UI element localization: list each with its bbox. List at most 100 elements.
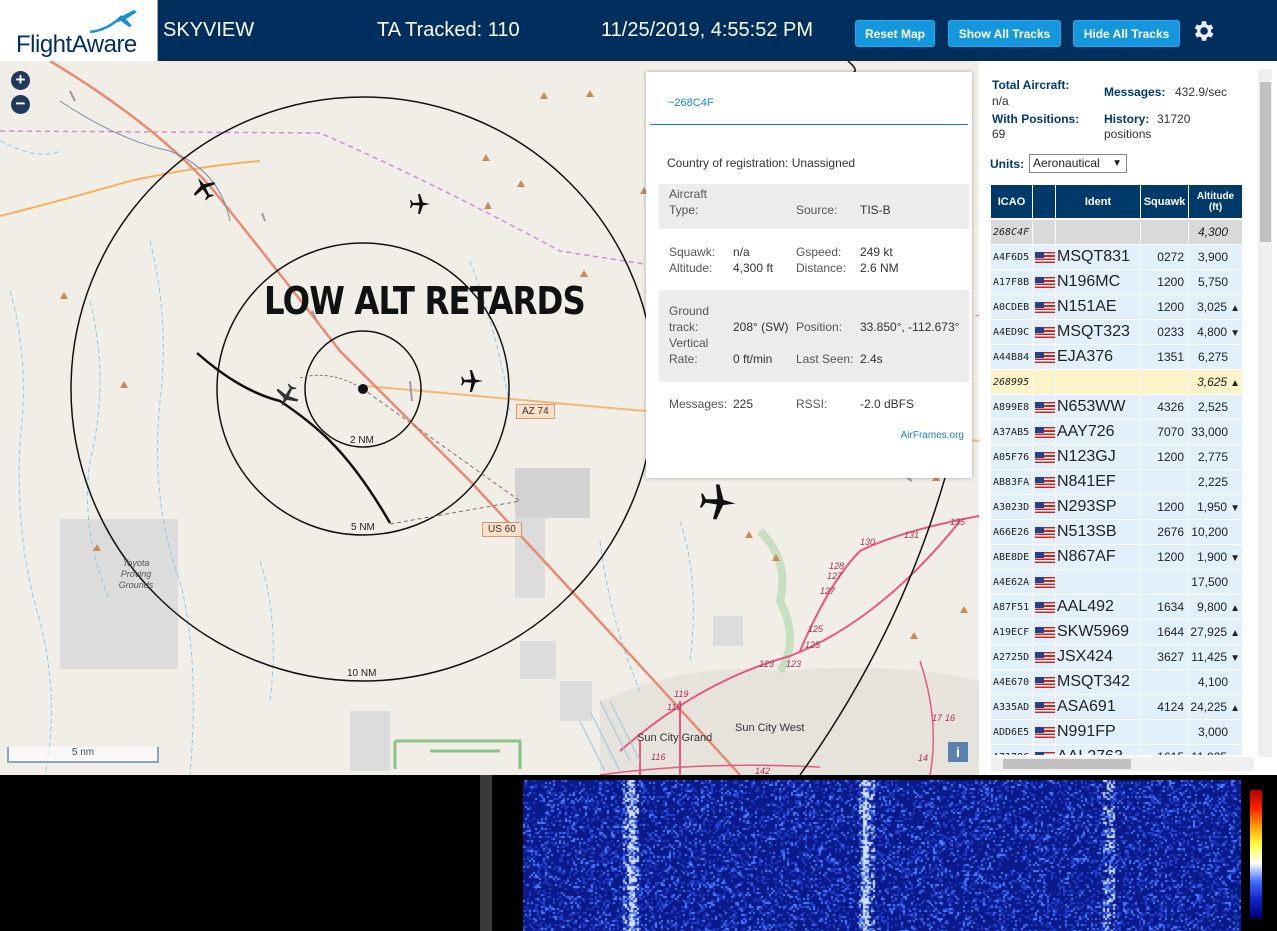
cell-altitude: 4,300 <box>1189 220 1242 245</box>
us-flag-icon <box>1035 727 1055 739</box>
horizontal-scroll-thumb[interactable] <box>1003 759 1131 769</box>
table-row[interactable]: A899E8 N653WW 4326 2,525 <box>991 395 1242 420</box>
vertical-rate-value: 0 ft/min <box>733 352 773 366</box>
table-row[interactable]: A44B84 EJA376 1351 6,275 <box>991 345 1242 370</box>
table-row[interactable]: ADD6E5 N991FP 3,000 <box>991 720 1242 745</box>
flightaware-logo[interactable]: FlightAware <box>0 0 158 61</box>
cell-icao: A4E62A <box>991 570 1032 595</box>
units-select[interactable]: Aeronautical ▼ <box>1029 154 1127 173</box>
altitude-value: 4,100 <box>1197 675 1228 689</box>
cell-icao: A0CDEB <box>991 295 1032 320</box>
table-row[interactable]: A19ECF SKW5969 1644 27,925 ▲ <box>991 620 1242 645</box>
cell-squawk: 1200 <box>1141 495 1188 520</box>
altitude-value: 4,800 <box>1197 325 1228 339</box>
source-label: Source: <box>796 203 838 217</box>
place-label-sun-city-grand: Sun City Grand <box>637 732 713 744</box>
aircraft-table-container: ICAO Ident Squawk Altitude (ft) 268C4F 4,… <box>990 185 1253 755</box>
position-label: Position: <box>796 320 843 334</box>
airframes-link[interactable]: AirFrames.org <box>901 430 964 441</box>
chevron-down-icon: ▼ <box>1112 158 1122 169</box>
road-number: 119 <box>674 689 689 699</box>
vertical-scroll-thumb[interactable] <box>1260 82 1271 242</box>
cell-altitude: 3,900 <box>1189 245 1242 270</box>
cell-squawk <box>1141 570 1188 595</box>
table-row[interactable]: A7178C AAL2763161511,925▲ <box>991 745 1242 755</box>
gear-icon[interactable] <box>1190 18 1216 44</box>
cell-icao: ADD6E5 <box>991 720 1032 745</box>
ring-label-10nm: 10 NM <box>347 668 376 679</box>
road-number: 142 <box>755 766 771 775</box>
cell-altitude: 9,800 ▲ <box>1189 595 1242 620</box>
table-row[interactable]: A17F8B N196MC 1200 5,750 <box>991 270 1242 295</box>
show-all-tracks-button[interactable]: Show All Tracks <box>948 20 1061 47</box>
table-row[interactable]: ABE8DE N867AF 1200 1,900 ▼ <box>991 545 1242 570</box>
climb-arrow-icon: ▲ <box>1230 628 1240 639</box>
col-header-ident[interactable]: Ident <box>1056 185 1140 220</box>
hide-all-tracks-button[interactable]: Hide All Tracks <box>1073 20 1180 47</box>
aircraft-icon[interactable] <box>190 174 218 202</box>
with-positions-value: 69 <box>992 127 1006 141</box>
table-row[interactable]: A37AB5 AAY726 7070 33,000 <box>991 420 1242 445</box>
cell-squawk: 1200 <box>1141 545 1188 570</box>
cell-altitude: 6,275 <box>1189 345 1242 370</box>
road-label-us60: US 60 <box>482 522 522 537</box>
cell-altitude: 3,025 ▲ <box>1189 295 1242 320</box>
cell-ident <box>1056 570 1140 595</box>
table-row[interactable]: A4F6D5 MSQT831 0272 3,900 <box>991 245 1242 270</box>
cell-icao: A4ED9C <box>991 320 1032 345</box>
cell-ident: N196MC <box>1056 270 1140 295</box>
units-label: Units: <box>990 157 1024 171</box>
panel-splitter[interactable] <box>480 775 492 931</box>
table-row[interactable]: 268995 3,625 ▲ <box>991 370 1242 395</box>
table-row[interactable]: A2725D JSX424 3627 11,425 ▼ <box>991 645 1242 670</box>
cell-squawk <box>1141 370 1188 395</box>
cell-squawk: 4326 <box>1141 395 1188 420</box>
selected-aircraft-icon[interactable] <box>273 382 301 410</box>
cell-altitude: 2,225 <box>1189 470 1242 495</box>
descend-arrow-icon: ▼ <box>1230 553 1240 564</box>
col-header-altitude[interactable]: Altitude (ft) <box>1189 185 1242 220</box>
table-row[interactable]: A0CDEB N151AE 1200 3,025 ▲ <box>991 295 1242 320</box>
us-flag-icon <box>1035 552 1055 564</box>
table-row[interactable]: 268C4F 4,300 <box>991 220 1242 245</box>
cell-flag <box>1033 320 1055 345</box>
info-button[interactable]: i <box>948 742 968 762</box>
col-header-icao[interactable]: ICAO <box>991 185 1032 220</box>
units-select-value: Aeronautical <box>1033 156 1100 170</box>
table-row[interactable]: A05F76 N123GJ 1200 2,775 <box>991 445 1242 470</box>
popup-divider <box>650 124 968 125</box>
cell-flag <box>1033 345 1055 370</box>
reset-map-button[interactable]: Reset Map <box>855 20 935 47</box>
rssi-label: RSSI: <box>796 397 828 411</box>
zoom-out-button[interactable]: − <box>11 95 30 114</box>
total-aircraft-label: Total Aircraft: <box>992 78 1070 92</box>
table-row[interactable]: A4E670 MSQT342 4,100 <box>991 670 1242 695</box>
table-row[interactable]: A4E62A 17,500 <box>991 570 1242 595</box>
zoom-in-button[interactable]: + <box>11 71 30 90</box>
table-row[interactable]: A87F51 AAL492 1634 9,800 ▲ <box>991 595 1242 620</box>
cell-icao: A37AB5 <box>991 420 1032 445</box>
cell-icao: 268C4F <box>991 220 1032 245</box>
aircraft-icon[interactable] <box>459 368 485 394</box>
road-number: 16 <box>945 713 956 723</box>
aircraft-icon[interactable] <box>697 481 739 523</box>
distance-label: Distance: <box>796 261 847 275</box>
aircraft-type-label: Aircraft Type: <box>669 187 708 217</box>
cell-icao: A66E26 <box>991 520 1032 545</box>
table-row[interactable]: AB83FA N841EF 2,225 <box>991 470 1242 495</box>
table-row[interactable]: A3023D N293SP 1200 1,950 ▼ <box>991 495 1242 520</box>
col-header-flag[interactable] <box>1033 185 1055 220</box>
cell-icao: A44B84 <box>991 345 1032 370</box>
us-flag-icon <box>1035 352 1055 364</box>
col-header-squawk[interactable]: Squawk <box>1141 185 1188 220</box>
cell-flag <box>1033 420 1055 445</box>
cell-flag <box>1033 495 1055 520</box>
aircraft-icon[interactable] <box>408 192 432 216</box>
table-row[interactable]: A66E26 N513SB 2676 10,200 <box>991 520 1242 545</box>
cell-squawk: 1200 <box>1141 270 1188 295</box>
table-row[interactable]: A335AD ASA691 4124 24,225 ▲ <box>991 695 1242 720</box>
table-row[interactable]: A4ED9C MSQT323 0233 4,800 ▼ <box>991 320 1242 345</box>
place-label-toyota: Toyota Proving Grounds <box>118 558 154 590</box>
cell-icao: A4F6D5 <box>991 245 1032 270</box>
cell-squawk: 1200 <box>1141 295 1188 320</box>
